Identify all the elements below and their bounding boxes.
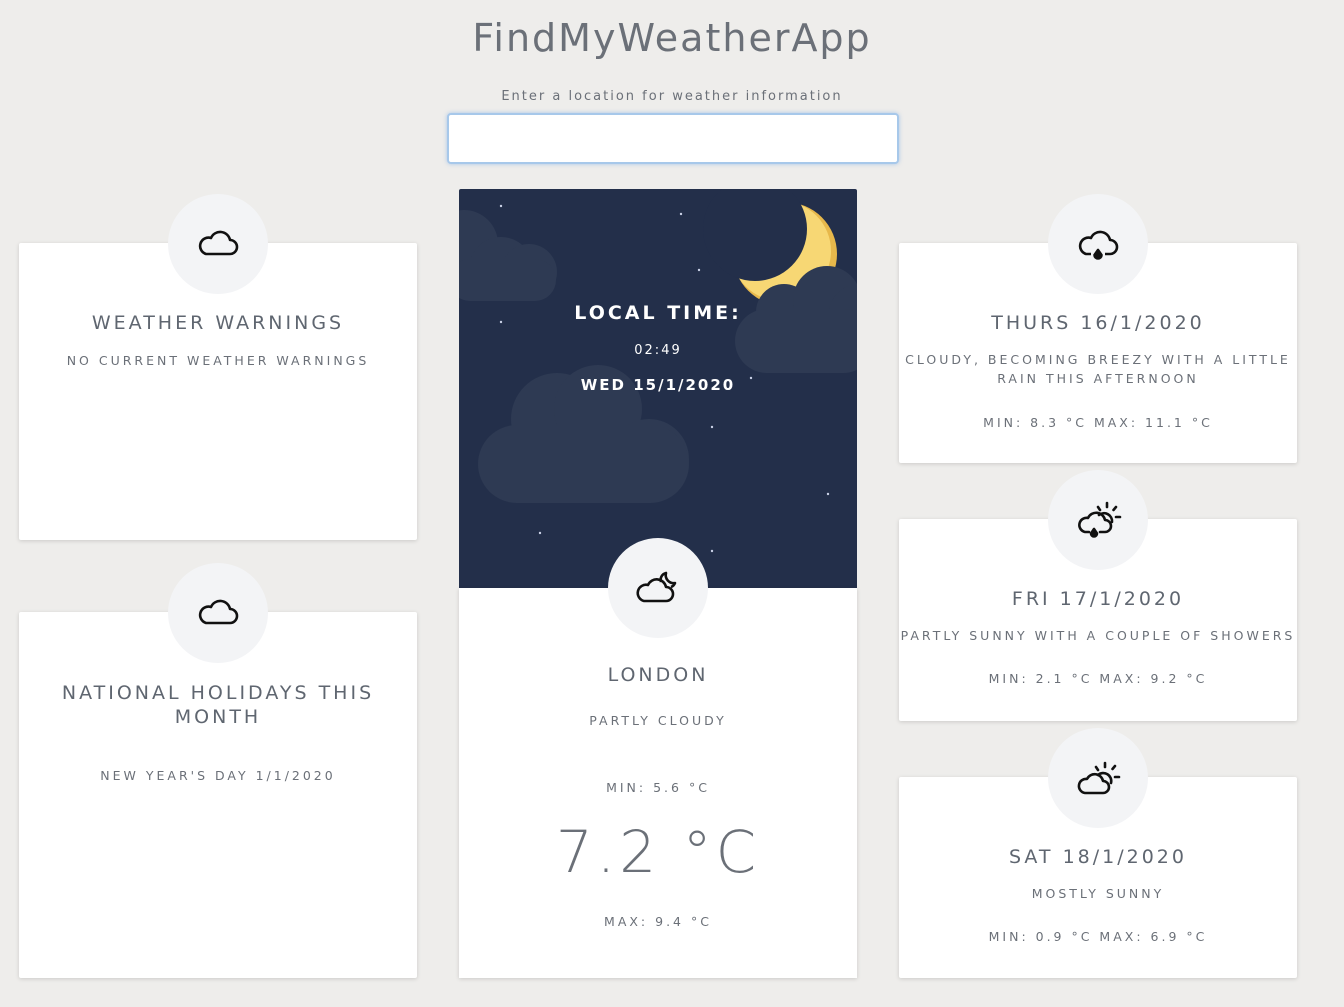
forecast-summary: CLOUDY, BECOMING BREEZY WITH A LITTLE RA…	[905, 352, 1291, 386]
forecast-date: THURS 16/1/2020	[991, 312, 1205, 334]
rain-cloud-icon	[1048, 194, 1148, 294]
app-title: FindMyWeatherApp	[472, 16, 872, 60]
local-time-label: LOCAL TIME:	[574, 302, 742, 324]
forecast-date: SAT 18/1/2020	[1008, 846, 1187, 868]
national-holidays-card: NATIONAL HOLIDAYS THIS MONTH NEW YEAR'S …	[19, 612, 417, 978]
forecast-minmax: MIN: 2.1 °C MAX: 9.2 °C	[988, 671, 1208, 686]
national-holidays-text: NEW YEAR'S DAY 1/1/2020	[100, 768, 336, 783]
search-label: Enter a location for weather information	[501, 89, 843, 104]
current-temperature: 7.2 °C	[555, 818, 761, 886]
current-condition: PARTLY CLOUDY	[589, 713, 727, 728]
weather-warnings-text: NO CURRENT WEATHER WARNINGS	[66, 353, 370, 368]
current-max-temp: MAX: 9.4 °C	[604, 914, 712, 929]
forecast-minmax: MIN: 8.3 °C MAX: 11.1 °C	[983, 415, 1213, 430]
local-time-panel: LOCAL TIME: 02:49 WED 15/1/2020	[459, 189, 857, 588]
weather-warnings-title: WEATHER WARNINGS	[91, 312, 345, 334]
forecast-date: FRI 17/1/2020	[1011, 588, 1185, 610]
current-min-temp: MIN: 5.6 °C	[606, 780, 710, 795]
forecast-summary: MOSTLY SUNNY	[1031, 886, 1165, 901]
forecast-summary: PARTLY SUNNY WITH A COUPLE OF SHOWERS	[900, 628, 1296, 643]
forecast-minmax: MIN: 0.9 °C MAX: 6.9 °C	[988, 929, 1208, 944]
cloud-icon	[168, 563, 268, 663]
location-search-input[interactable]	[447, 113, 899, 164]
local-date: WED 15/1/2020	[580, 376, 736, 394]
cloud-icon	[168, 194, 268, 294]
current-weather-card: LONDON PARTLY CLOUDY MIN: 5.6 °C 7.2 °C …	[459, 588, 857, 978]
partly-sunny-icon	[1048, 728, 1148, 828]
city-name: LONDON	[607, 664, 709, 686]
partly-cloudy-night-icon	[608, 538, 708, 638]
local-time-value: 02:49	[634, 343, 682, 358]
national-holidays-title: NATIONAL HOLIDAYS THIS MONTH	[61, 682, 375, 728]
sun-showers-icon	[1048, 470, 1148, 570]
